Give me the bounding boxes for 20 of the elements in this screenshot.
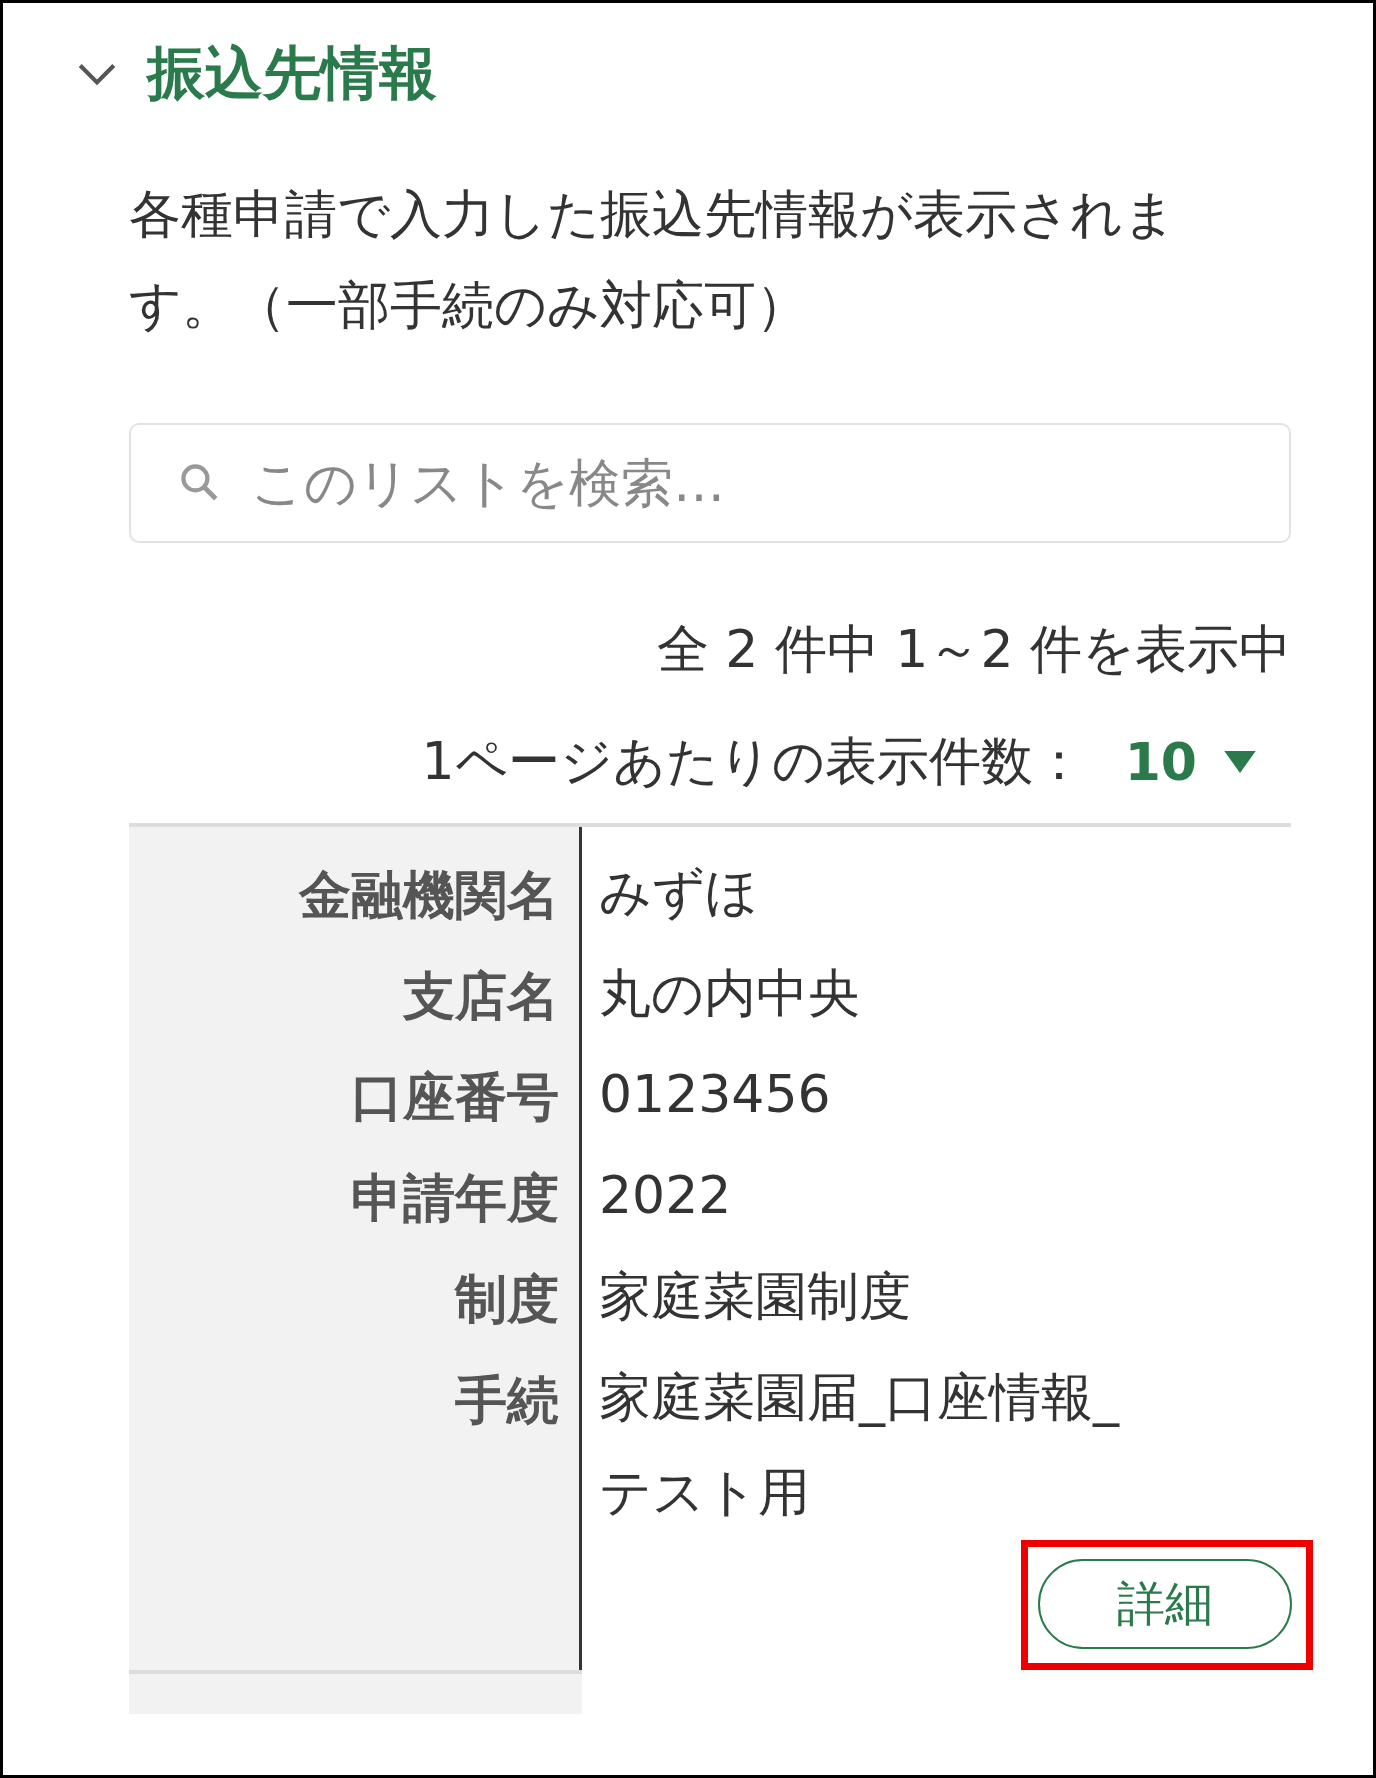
page-size-label: 1ページあたりの表示件数： <box>421 730 1085 793</box>
page-size-dropdown[interactable]: 10 <box>1124 732 1257 792</box>
field-value: みずほ <box>598 861 759 924</box>
field-value: 家庭菜園届_口座情報_テスト用 <box>598 1366 1121 1524</box>
section-title: 振込先情報 <box>147 38 437 109</box>
caret-icon <box>1223 751 1257 773</box>
field-value: 家庭菜園制度 <box>598 1265 912 1328</box>
result-count: 全 2 件中 1～2 件を表示中 <box>655 618 1291 681</box>
field-label: 支店名 <box>401 965 559 1028</box>
field-label: 制度 <box>453 1268 559 1331</box>
field-label: 申請年度 <box>350 1167 559 1230</box>
field-label: 金融機関名 <box>297 864 559 927</box>
field-value: 0123456 <box>598 1063 832 1126</box>
field-label: 手続 <box>454 1369 559 1432</box>
field-value: 2022 <box>598 1164 733 1227</box>
field-value: 丸の内中央 <box>598 962 861 1025</box>
description-text: 各種申請で入力した振込先情報が表示されます。（一部手続のみ対応可） <box>129 183 1177 337</box>
field-label: 口座番号 <box>350 1066 559 1129</box>
search-field[interactable]: このリストを検索… <box>129 423 1291 543</box>
details-button[interactable]: 詳細 <box>1038 1559 1292 1649</box>
